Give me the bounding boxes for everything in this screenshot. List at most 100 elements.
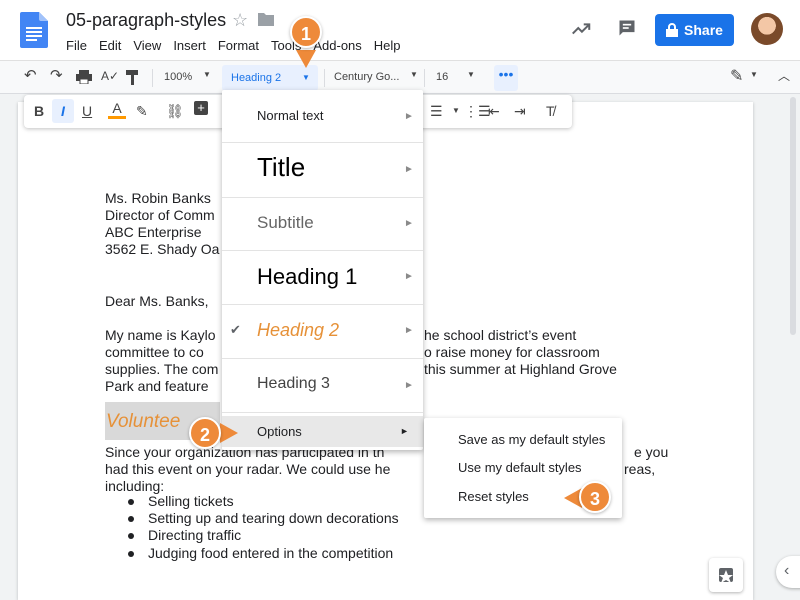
redo-icon[interactable]: ↷ — [50, 66, 63, 84]
use-default-styles-item[interactable]: Use my default styles — [458, 460, 582, 475]
menu-item-label: Title — [257, 152, 306, 182]
chevron-right-icon: ► — [404, 271, 414, 282]
chevron-down-icon[interactable]: ▼ — [410, 70, 418, 79]
menu-item-title[interactable]: Title ► — [222, 152, 423, 192]
save-default-styles-item[interactable]: Save as my default styles — [458, 432, 605, 447]
underline-icon[interactable]: U — [82, 103, 92, 119]
separator — [222, 412, 423, 413]
list-item: Directing traffic — [128, 527, 399, 544]
editing-mode-pencil-icon[interactable]: ✎ — [730, 66, 743, 86]
user-avatar[interactable] — [751, 13, 783, 45]
menu-file[interactable]: File — [60, 36, 93, 55]
paint-format-icon[interactable] — [126, 70, 140, 85]
bold-icon[interactable]: B — [34, 103, 44, 119]
comment-icon[interactable] — [617, 18, 637, 38]
spellcheck-icon[interactable]: A✓ — [101, 69, 119, 83]
explore-icon — [719, 568, 733, 583]
menu-item-label: Options — [257, 424, 302, 439]
paragraph-line: committee to co — [105, 344, 204, 360]
chevron-right-icon: ► — [400, 426, 409, 436]
paragraph-style-value: Heading 2 — [231, 72, 282, 84]
chevron-down-icon[interactable]: ▼ — [452, 106, 460, 115]
highlight-color-icon[interactable]: ✎ — [136, 103, 148, 120]
text-color-icon[interactable]: A — [108, 100, 126, 119]
bulleted-list-icon[interactable]: ☰ — [430, 103, 443, 120]
address-line: Ms. Robin Banks — [105, 190, 211, 206]
menu-item-label: Normal text — [257, 108, 324, 123]
callout-pointer — [296, 50, 316, 68]
font-select[interactable]: Century Go... — [334, 71, 399, 83]
menu-item-subtitle[interactable]: Subtitle ► — [222, 213, 423, 235]
print-icon[interactable] — [76, 70, 92, 84]
italic-icon[interactable]: I — [52, 99, 74, 123]
menu-item-heading-3[interactable]: Heading 3 ► — [222, 375, 423, 397]
menu-item-normal-text[interactable]: Normal text ► — [222, 108, 423, 128]
insert-link-icon[interactable]: ⛓ — [166, 103, 184, 120]
callout-badge-2: 2 — [189, 417, 221, 449]
main-toolbar: ↶ ↷ A✓ 100% ▼ Heading 2 ▼ Century Go... … — [0, 60, 800, 94]
menu-bar: File Edit View Insert Format Tools Add-o… — [60, 36, 407, 55]
menu-item-heading-2[interactable]: ✔ Heading 2 ► — [222, 320, 423, 344]
menu-item-label: Heading 1 — [257, 264, 358, 289]
menu-help[interactable]: Help — [368, 36, 407, 55]
increase-indent-icon[interactable]: ⇥ — [514, 103, 526, 120]
address-line: ABC Enterprise — [105, 224, 202, 240]
menu-insert[interactable]: Insert — [167, 36, 212, 55]
share-label: Share — [684, 22, 723, 38]
clear-formatting-icon[interactable]: T̸ — [546, 103, 555, 119]
chevron-right-icon: ► — [404, 111, 414, 122]
menu-format[interactable]: Format — [212, 36, 265, 55]
menu-edit[interactable]: Edit — [93, 36, 127, 55]
separator — [222, 197, 423, 198]
chevron-down-icon[interactable]: ▼ — [203, 70, 211, 79]
paragraph-line: had this event on your radar. We could u… — [105, 461, 391, 477]
google-docs-window: 05-paragraph-styles ☆ File Edit View Ins… — [0, 0, 800, 600]
menu-item-label: Heading 2 — [257, 320, 340, 340]
separator — [152, 69, 153, 87]
callout-badge-1: 1 — [290, 16, 322, 48]
side-panel-toggle[interactable]: ‹ — [776, 556, 800, 588]
paragraph-line: this summer at Highland Grove — [424, 361, 617, 377]
paragraph-line: o raise money for classroom — [424, 344, 600, 360]
more-options-button[interactable]: ••• — [494, 65, 518, 91]
lock-icon — [666, 23, 679, 37]
chevron-down-icon[interactable]: ▼ — [467, 70, 475, 79]
chevron-right-icon: ► — [404, 218, 414, 229]
document-title[interactable]: 05-paragraph-styles — [66, 10, 226, 31]
menu-item-label: Subtitle — [257, 213, 314, 232]
decrease-indent-icon[interactable]: ⇤ — [488, 103, 500, 120]
paragraph-styles-menu: Normal text ► Title ► Subtitle ► Heading… — [222, 90, 423, 450]
chevron-right-icon: ► — [404, 380, 414, 391]
collapse-toolbar-icon[interactable]: ︿ — [778, 67, 790, 84]
bullet-list: Selling tickets Setting up and tearing d… — [128, 493, 399, 562]
folder-icon[interactable] — [258, 12, 274, 26]
separator — [222, 250, 423, 251]
zoom-select[interactable]: 100% — [164, 71, 192, 83]
separator — [222, 358, 423, 359]
list-item: Judging food entered in the competition — [128, 545, 399, 562]
scrollbar-thumb[interactable] — [790, 97, 796, 335]
activity-trend-icon[interactable] — [570, 18, 592, 40]
address-line: 3562 E. Shady Oa — [105, 241, 220, 257]
share-button[interactable]: Share — [655, 14, 734, 46]
callout-badge-3: 3 — [579, 481, 611, 513]
menu-item-options[interactable]: Options ► — [222, 416, 423, 447]
add-comment-icon[interactable]: + — [194, 101, 208, 115]
volunteer-heading: Voluntee — [106, 411, 181, 432]
chevron-down-icon[interactable]: ▼ — [750, 70, 758, 79]
menu-item-heading-1[interactable]: Heading 1 ► — [222, 264, 423, 292]
font-size-select[interactable]: 16 — [436, 71, 448, 83]
reset-styles-item[interactable]: Reset styles — [458, 489, 529, 504]
docs-logo-icon[interactable] — [20, 12, 48, 48]
paragraph-line: he school district’s event — [424, 327, 577, 343]
menu-view[interactable]: View — [127, 36, 167, 55]
address-line: Director of Comm — [105, 207, 215, 223]
star-icon[interactable]: ☆ — [232, 10, 248, 31]
separator — [424, 69, 425, 87]
chevron-right-icon: ► — [404, 325, 414, 336]
paragraph-line: supplies. The com — [105, 361, 219, 377]
explore-button[interactable] — [709, 558, 743, 592]
numbered-list-icon[interactable]: ⋮☰ — [464, 103, 491, 120]
greeting: Dear Ms. Banks, — [105, 293, 209, 309]
undo-icon[interactable]: ↶ — [24, 66, 37, 84]
